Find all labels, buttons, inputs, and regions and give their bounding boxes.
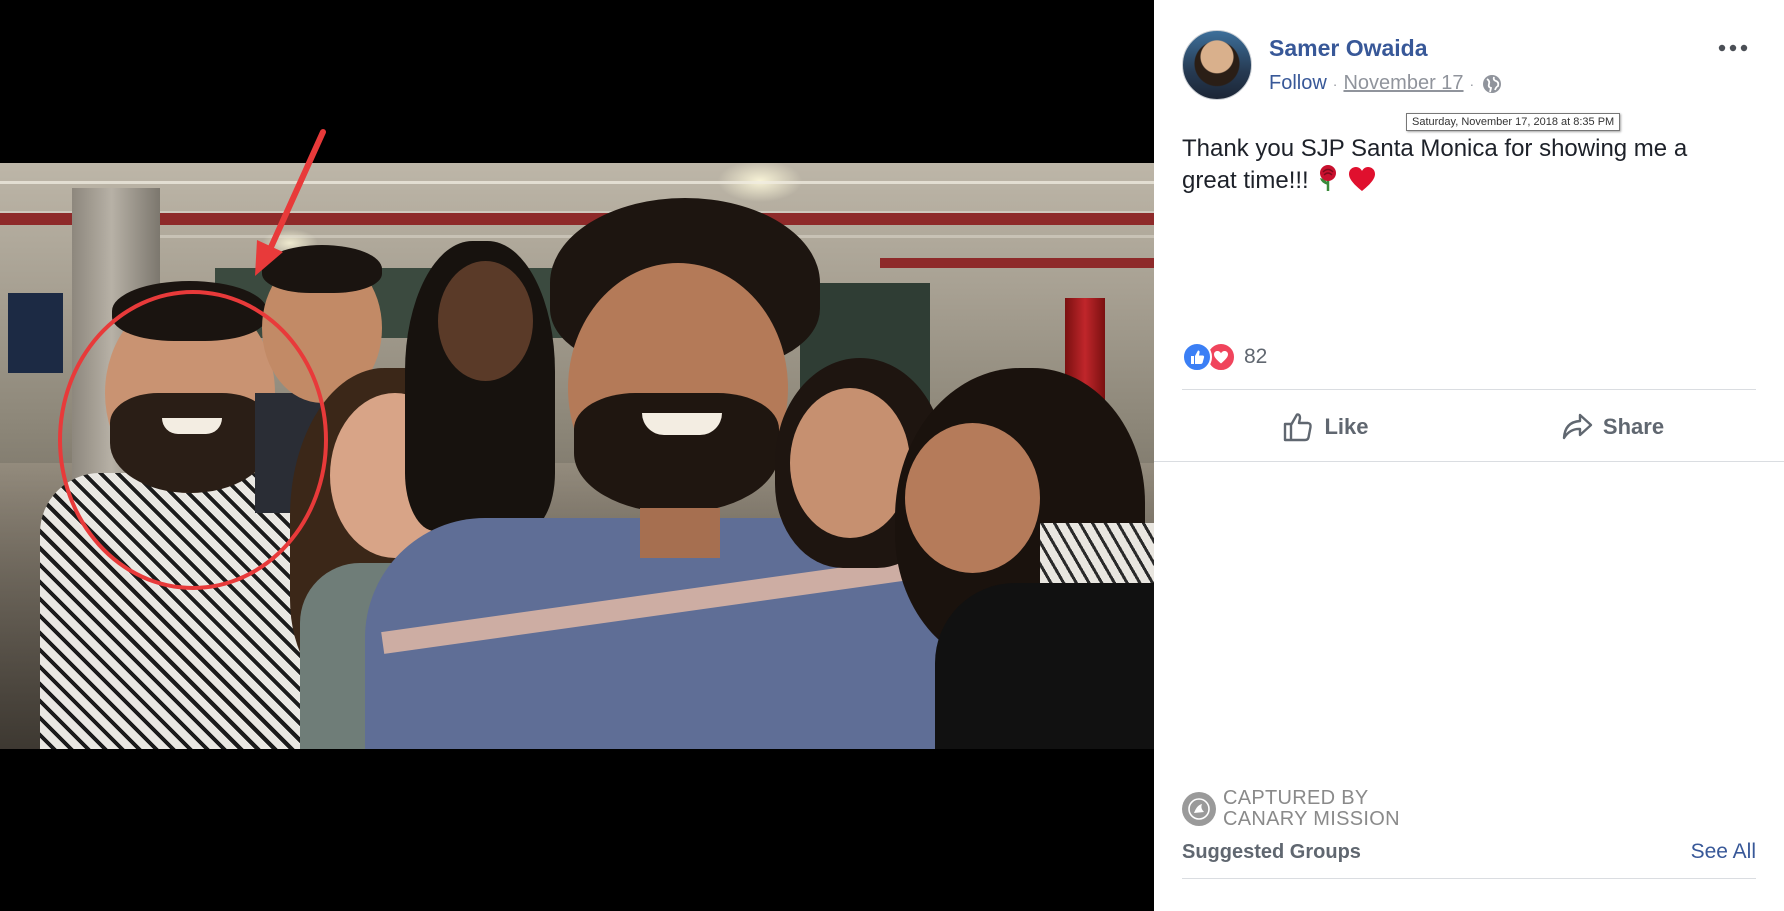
post-meta: Follow · November 17 · xyxy=(1269,72,1502,95)
share-label: Share xyxy=(1602,414,1665,439)
share-button[interactable]: Share xyxy=(1469,395,1756,459)
watermark-text: CAPTURED BY CANARY MISSION xyxy=(1223,788,1400,830)
actions-top-divider xyxy=(1182,389,1756,390)
author-name-link[interactable]: Samer Owaida xyxy=(1269,35,1428,62)
canary-logo-icon xyxy=(1182,792,1216,826)
actions-bottom-divider xyxy=(1154,461,1784,462)
post-date-link[interactable]: November 17 xyxy=(1343,72,1463,95)
annotation-circle xyxy=(58,290,328,590)
globe-icon[interactable] xyxy=(1482,74,1502,94)
annotation-arrow-icon xyxy=(255,129,326,276)
like-reaction-icon xyxy=(1182,342,1212,372)
separator-dot: · xyxy=(1332,75,1338,92)
photo-stage[interactable] xyxy=(0,0,1154,911)
thumbs-up-icon xyxy=(1284,413,1313,442)
see-all-link[interactable]: See All xyxy=(1691,840,1756,864)
post-actions-bar: Like Share xyxy=(1182,395,1756,459)
post-text: Thank you SJP Santa Monica for showing m… xyxy=(1182,133,1742,196)
reaction-count: 82 xyxy=(1244,345,1268,368)
suggested-groups-title: Suggested Groups xyxy=(1182,840,1361,863)
like-button[interactable]: Like xyxy=(1182,395,1469,459)
watermark-line-2: CANARY MISSION xyxy=(1223,808,1400,830)
author-avatar[interactable] xyxy=(1182,30,1252,100)
capture-watermark: CAPTURED BY CANARY MISSION xyxy=(1182,788,1400,830)
suggested-groups-header: Suggested Groups See All xyxy=(1182,840,1756,864)
follow-link[interactable]: Follow xyxy=(1269,72,1327,95)
post-text-body: Thank you SJP Santa Monica for showing m… xyxy=(1182,135,1688,194)
red-heart-emoji xyxy=(1349,167,1376,191)
suggested-divider xyxy=(1182,878,1756,879)
post-sidebar: Samer Owaida Follow · November 17 · Satu… xyxy=(1154,0,1784,911)
photo-viewer: Samer Owaida Follow · November 17 · Satu… xyxy=(0,0,1784,911)
watermark-line-1: CAPTURED BY xyxy=(1223,787,1369,809)
separator-dot: · xyxy=(1469,75,1475,92)
rose-emoji xyxy=(1320,165,1337,191)
reactions-summary[interactable]: 82 xyxy=(1182,342,1267,372)
like-label: Like xyxy=(1324,414,1369,439)
more-options-icon[interactable] xyxy=(1716,38,1750,58)
post-header: Samer Owaida Follow · November 17 · xyxy=(1182,30,1764,100)
share-arrow-icon xyxy=(1562,413,1593,440)
date-tooltip: Saturday, November 17, 2018 at 8:35 PM xyxy=(1406,113,1621,131)
